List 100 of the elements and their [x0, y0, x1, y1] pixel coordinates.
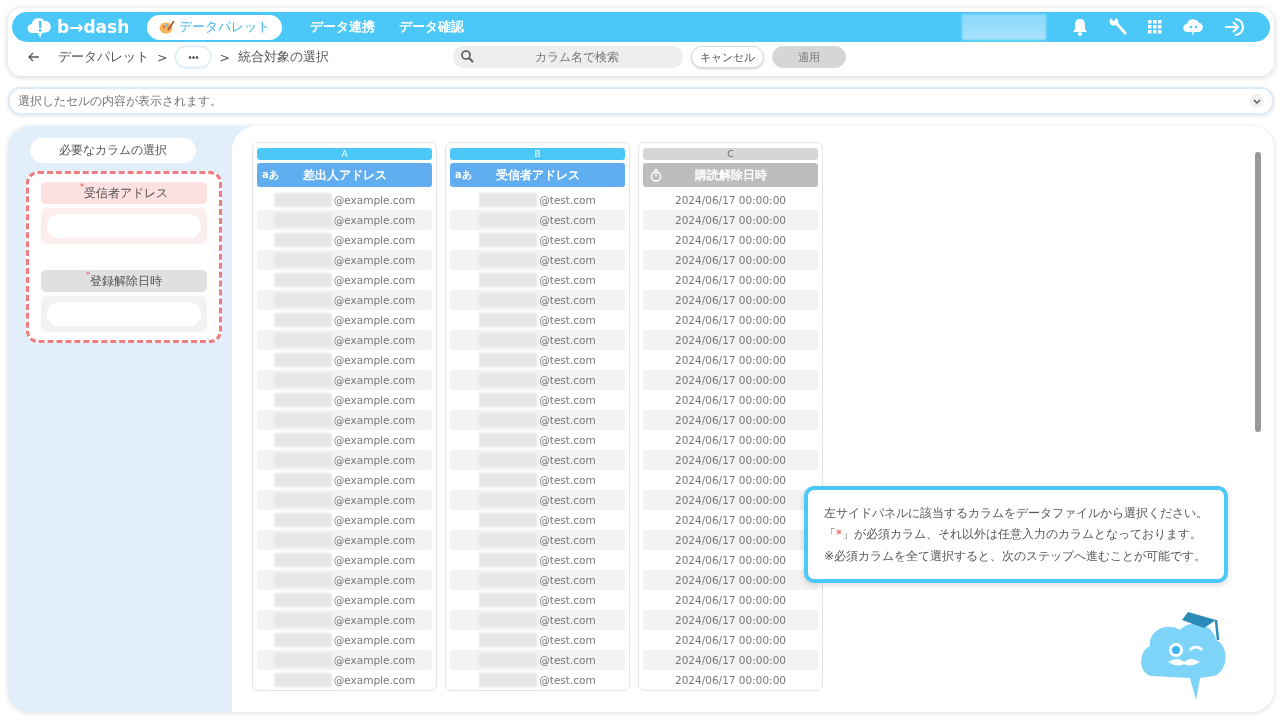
table-cell: 2024/06/17 00:00:00	[675, 614, 786, 626]
table-cell: @example.com	[333, 214, 416, 226]
nav-tab[interactable]: データ連携	[300, 14, 386, 40]
table-cell: @test.com	[539, 494, 596, 506]
table-cell: @test.com	[539, 594, 596, 606]
column-letter: C	[643, 148, 818, 160]
table-cell: 2024/06/17 00:00:00	[675, 554, 786, 566]
back-arrow-icon[interactable]	[28, 52, 40, 62]
table-cell: @example.com	[333, 634, 416, 646]
logout-icon[interactable]	[1224, 17, 1246, 37]
nav-tab[interactable]: データパレット	[147, 14, 283, 40]
table-cell: @test.com	[539, 214, 596, 226]
logo-text: b→dash	[57, 17, 130, 37]
table-cell: @test.com	[539, 574, 596, 586]
table-cell: @example.com	[333, 194, 416, 206]
table-cell: @test.com	[539, 254, 596, 266]
tooltip-note: ※必須カラムを全て選択すると、次のステップへ進むことが可能です。	[824, 548, 1208, 565]
table-cell: 2024/06/17 00:00:00	[675, 434, 786, 446]
table-cell: 2024/06/17 00:00:00	[675, 314, 786, 326]
table-cell: @test.com	[539, 474, 596, 486]
more-button[interactable]: •••	[175, 46, 212, 68]
nav-tab[interactable]: データ確認	[389, 14, 475, 40]
table-cell: 2024/06/17 00:00:00	[675, 254, 786, 266]
table-cell: @example.com	[333, 354, 416, 366]
breadcrumb-link[interactable]: データパレット	[58, 48, 149, 66]
table-cell: @test.com	[539, 294, 596, 306]
search-field[interactable]: カラム名で検索	[453, 46, 683, 68]
breadcrumb-separator: >	[157, 49, 168, 65]
palette-icon	[159, 20, 176, 34]
column-letter: A	[257, 148, 432, 160]
table-cell: @test.com	[539, 534, 596, 546]
table-cell: @example.com	[333, 494, 416, 506]
table-cell: 2024/06/17 00:00:00	[675, 474, 786, 486]
table-cell: 2024/06/17 00:00:00	[675, 294, 786, 306]
grid-icon[interactable]	[1148, 20, 1162, 34]
search-icon	[461, 50, 474, 63]
table-cell: 2024/06/17 00:00:00	[675, 494, 786, 506]
table-cell: 2024/06/17 00:00:00	[675, 214, 786, 226]
table-cell: @test.com	[539, 614, 596, 626]
text-type-label: aあ	[262, 168, 279, 182]
cloud-logo-icon	[26, 15, 54, 39]
table-cell: @test.com	[539, 374, 596, 386]
table-cell: @test.com	[539, 454, 596, 466]
breadcrumb-separator: >	[219, 49, 230, 65]
table-cell: 2024/06/17 00:00:00	[675, 334, 786, 346]
table-cell: 2024/06/17 00:00:00	[675, 654, 786, 666]
table-cell: @example.com	[333, 674, 416, 686]
wrench-icon[interactable]	[1108, 17, 1128, 37]
table-cell: @test.com	[539, 274, 596, 286]
table-cell: @test.com	[539, 194, 596, 206]
table-cell: @example.com	[333, 574, 416, 586]
column-card[interactable]	[445, 142, 630, 691]
column-header[interactable]: aあ 差出人アドレス	[257, 163, 432, 187]
column-card[interactable]	[638, 142, 823, 691]
toolbar-button[interactable]: キャンセル	[691, 46, 764, 68]
table-cell: @test.com	[539, 414, 596, 426]
table-cell: @example.com	[333, 374, 416, 386]
cloud-face-icon[interactable]	[1182, 17, 1204, 37]
table-cell: 2024/06/17 00:00:00	[675, 234, 786, 246]
column-card[interactable]	[252, 142, 437, 691]
table-cell: 2024/06/17 00:00:00	[675, 394, 786, 406]
table-cell: @example.com	[333, 274, 416, 286]
table-cell: @example.com	[333, 534, 416, 546]
table-cell: 2024/06/17 00:00:00	[675, 354, 786, 366]
table-cell: @example.com	[333, 594, 416, 606]
bell-icon[interactable]	[1072, 18, 1088, 36]
table-cell: @example.com	[333, 454, 416, 466]
table-cell: @test.com	[539, 514, 596, 526]
table-cell: @example.com	[333, 294, 416, 306]
table-cell: @example.com	[333, 314, 416, 326]
table-cell: @test.com	[539, 394, 596, 406]
column-name: 受信者アドレス	[495, 166, 580, 184]
tooltip-text: 「*」が必須カラム、それ以外は任意入力のカラムとなっております。	[824, 527, 1203, 542]
table-cell: 2024/06/17 00:00:00	[675, 414, 786, 426]
table-cell: @example.com	[333, 234, 416, 246]
table-cell: 2024/06/17 00:00:00	[675, 634, 786, 646]
table-cell: @example.com	[333, 614, 416, 626]
table-cell: @test.com	[539, 634, 596, 646]
table-cell: @example.com	[333, 334, 416, 346]
table-cell: @example.com	[333, 254, 416, 266]
table-cell: @test.com	[539, 234, 596, 246]
column-header[interactable]: aあ 受信者アドレス	[450, 163, 625, 187]
sidebar-title: 必要なカラムの選択	[30, 138, 196, 163]
table-cell: 2024/06/17 00:00:00	[675, 194, 786, 206]
table-cell: @test.com	[539, 334, 596, 346]
table-cell: 2024/06/17 00:00:00	[675, 534, 786, 546]
table-cell: 2024/06/17 00:00:00	[675, 674, 786, 686]
tooltip-text: 左サイドパネルに該当するカラムをデータファイルから選択ください。	[824, 506, 1208, 521]
breadcrumb-current: 統合対象の選択	[237, 48, 329, 66]
column-name: 差出人アドレス	[302, 166, 387, 184]
column-header[interactable]: 購読解除日時	[643, 163, 818, 187]
cell-preview-field[interactable]: 選択したセルの内容が表示されます。	[8, 87, 1274, 115]
table-cell: @test.com	[539, 674, 596, 686]
table-cell: @example.com	[333, 554, 416, 566]
table-cell: @example.com	[333, 394, 416, 406]
table-cell: @example.com	[333, 414, 416, 426]
table-cell: @example.com	[333, 474, 416, 486]
chevron-down-icon[interactable]	[1250, 94, 1264, 108]
slot-label: *登録解除日時	[41, 270, 207, 292]
table-cell: @example.com	[333, 514, 416, 526]
